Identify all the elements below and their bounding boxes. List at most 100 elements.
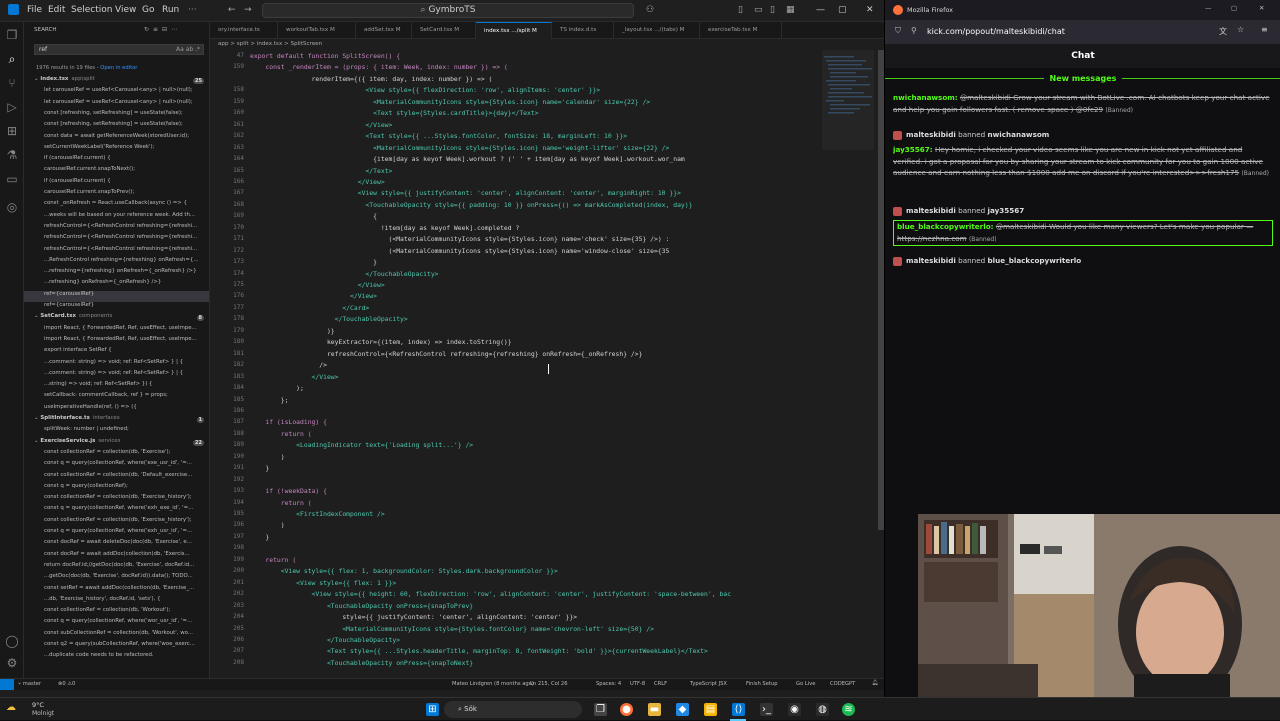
code-line[interactable]: </TouchableOpacity> (250, 270, 438, 278)
shield-icon[interactable]: ⛉ (895, 26, 901, 36)
code-line[interactable]: if (isLoading) { (250, 418, 327, 426)
extensions-icon[interactable]: ⊞ (5, 124, 19, 138)
search-result-line[interactable]: const docRef = await deleteDoc(doc(db, '… (24, 539, 209, 550)
search-result-line[interactable]: setCurrentWeekLabel('Reference Week'); (24, 144, 209, 155)
search-options-icon[interactable]: Aa ab .* (176, 45, 200, 54)
search-result-line[interactable]: carouselRef.current.snapToNext(); (24, 166, 209, 177)
ff-maximize-icon[interactable]: ▢ (1231, 4, 1237, 12)
encoding[interactable]: UTF-8 (630, 681, 645, 687)
search-result-line[interactable]: refreshControl={<RefreshControl refreshi… (24, 246, 209, 257)
code-line[interactable]: keyExtractor={(item, index) => index.toS… (250, 338, 512, 346)
tab-2[interactable]: addSet.tsx M (356, 22, 412, 39)
code-line[interactable]: !item[day as keyof Week].completed ? (250, 224, 520, 232)
problems-indicator[interactable]: ⊗0 ⚠0 (58, 681, 75, 687)
finish-setup[interactable]: Finish Setup (746, 681, 778, 687)
search-result-line[interactable]: ...getDoc(doc(db, 'Exercise', docRef.id)… (24, 573, 209, 584)
code-line[interactable]: const _renderItem = (props: { item: Week… (250, 63, 507, 71)
search-result-line[interactable]: const collectionRef = collection(db, 'Wo… (24, 607, 209, 618)
code-line[interactable]: </View> (250, 292, 377, 300)
eol[interactable]: CRLF (654, 681, 667, 687)
code-line[interactable]: </View> (250, 121, 392, 129)
code-line[interactable]: return ( (250, 499, 312, 507)
code-line[interactable]: export default function SplitScreen() { (250, 52, 400, 60)
code-line[interactable]: </View> (250, 178, 385, 186)
chat-username[interactable]: blue_blackcopywriterlo: (897, 222, 994, 231)
code-line[interactable]: ) (250, 521, 285, 529)
code-line[interactable]: </View> (250, 373, 339, 381)
layout-auxbar-icon[interactable]: ▯ (770, 5, 775, 15)
chat-username[interactable]: jay35567: (893, 145, 933, 154)
search-result-line[interactable]: ...RefreshControl refreshing={refreshing… (24, 257, 209, 268)
code-line[interactable]: <FirstIndexComponent /> (250, 510, 385, 518)
ff-close-icon[interactable]: ✕ (1259, 4, 1264, 12)
chat-message[interactable]: blue_blackcopywriterlo: @malteskibidi Wo… (893, 220, 1273, 246)
search-result-line[interactable]: export interface SetRef { (24, 347, 209, 358)
search-result-line[interactable]: refreshControl={<RefreshControl refreshi… (24, 234, 209, 245)
result-file-3[interactable]: ⌄ ExerciseService.js services 22 (24, 438, 209, 449)
search-result-line[interactable]: import React, { ForwardedRef, Ref, useEf… (24, 325, 209, 336)
menu-hamburger-icon[interactable]: ≡ (1261, 25, 1268, 34)
code-line[interactable]: <TouchableOpacity onPress={snapToNext} (250, 659, 473, 667)
indentation[interactable]: Spaces: 4 (596, 681, 621, 687)
code-line[interactable]: return ( (250, 556, 296, 564)
weather-text[interactable]: Molnigt (32, 710, 54, 717)
command-center[interactable]: ⌕ GymbroTS (262, 3, 634, 18)
search-result-line[interactable]: let carouselRef = useRef<Carousel<any> |… (24, 99, 209, 110)
menu-go[interactable]: Go (142, 5, 154, 15)
chat-message[interactable]: jay35567: Hey homie, i checked your vide… (893, 144, 1273, 200)
code-line[interactable]: } (250, 533, 269, 541)
code-line[interactable]: if (!weekData) { (250, 487, 327, 495)
cursor-position[interactable]: Ln 215, Col 26 (530, 681, 568, 687)
open-in-editor-link[interactable]: Open in editor (100, 65, 137, 71)
code-line[interactable]: (<MaterialCommunityIcons style={Styles.i… (250, 235, 670, 243)
search-result-line[interactable]: ref={carouselRef} (24, 302, 209, 313)
code-editor[interactable]: 47 export default function SplitScreen() … (210, 50, 820, 678)
search-result-line[interactable]: splitWeek: number | undefined; (24, 426, 209, 437)
search-result-line[interactable]: const q2 = query(subCollectionRef, where… (24, 641, 209, 652)
tab-5[interactable]: TS index.d.ts (552, 22, 614, 39)
search-result-line[interactable]: const [refreshing, setRefreshing] = useS… (24, 110, 209, 121)
code-line[interactable]: /> (250, 361, 327, 369)
code-line[interactable]: }; (250, 396, 289, 404)
search-result-line[interactable]: let carouselRef = useRef<Carousel<any> |… (24, 87, 209, 98)
settings-gear-icon[interactable]: ⚙ (5, 656, 19, 670)
search-result-line[interactable]: if (carouselRef.current) { (24, 155, 209, 166)
menu-selection[interactable]: Selection (71, 5, 112, 15)
result-file-1[interactable]: ⌄ SetCard.tsx components 8 (24, 313, 209, 324)
site-info-icon[interactable]: ⚲ (911, 26, 917, 35)
search-result-line[interactable]: const collectionRef = collection(db, 'Ex… (24, 494, 209, 505)
search-result-line[interactable]: const q = query(collectionRef); (24, 483, 209, 494)
code-line[interactable]: <LoadingIndicator text={'Loading split..… (250, 441, 473, 449)
code-line[interactable]: <TouchableOpacity onPress={snapToPrev} (250, 602, 473, 610)
code-line[interactable]: <Text style={Styles.cardTitle}>{day}</Te… (250, 109, 538, 117)
file-explorer-icon[interactable]: ▬ (648, 703, 661, 716)
code-line[interactable]: renderItem={({ item: day, index: number … (250, 75, 493, 83)
code-line[interactable]: </Card> (250, 304, 369, 312)
bookmark-star-icon[interactable]: ☆ (1237, 25, 1244, 34)
search-result-line[interactable]: const [refreshing, setRefreshing] = useS… (24, 121, 209, 132)
search-result-line[interactable]: setCallback: commentCallback, ref } = pr… (24, 392, 209, 403)
code-line[interactable]: } (250, 464, 269, 472)
weather-icon[interactable]: ☁︎ (6, 702, 16, 713)
code-line[interactable]: <Text style={{ ...Styles.headerTitle, ma… (250, 647, 708, 655)
forward-arrow-icon[interactable]: → (244, 5, 252, 15)
code-line[interactable]: } (250, 258, 377, 266)
search-result-line[interactable]: return docRef.id;//getDoc(doc(db, 'Exerc… (24, 562, 209, 573)
code-line[interactable]: <View style={{ justifyContent: 'center',… (250, 189, 681, 197)
search-result-line[interactable]: ref={carouselRef} (24, 290, 209, 302)
vscode-taskbar-icon[interactable]: ⟨⟩ (732, 703, 745, 716)
code-line[interactable]: <MaterialCommunityIcons style={Styles.ic… (250, 98, 650, 106)
obs-icon[interactable]: ◉ (788, 703, 801, 716)
search-result-line[interactable]: const q = query(collectionRef, where('ex… (24, 460, 209, 471)
layout-panel-icon[interactable]: ▭ (754, 5, 763, 15)
menu-view[interactable]: View (115, 5, 136, 15)
tab-7[interactable]: exerciseTab.tsx M (700, 22, 782, 39)
code-line[interactable]: )} (250, 327, 335, 335)
code-line[interactable]: return ( (250, 430, 312, 438)
minimize-icon[interactable]: — (816, 5, 825, 15)
search-result-line[interactable]: ...comment: string) => void; ref: Ref<Se… (24, 359, 209, 370)
gitlens-icon[interactable]: ◎ (5, 200, 19, 214)
notifications-bell-icon[interactable]: 🔔︎ (872, 680, 879, 686)
search-input[interactable]: ref Aa ab .* (34, 44, 204, 55)
layout-sidebar-icon[interactable]: ▯ (738, 5, 743, 15)
